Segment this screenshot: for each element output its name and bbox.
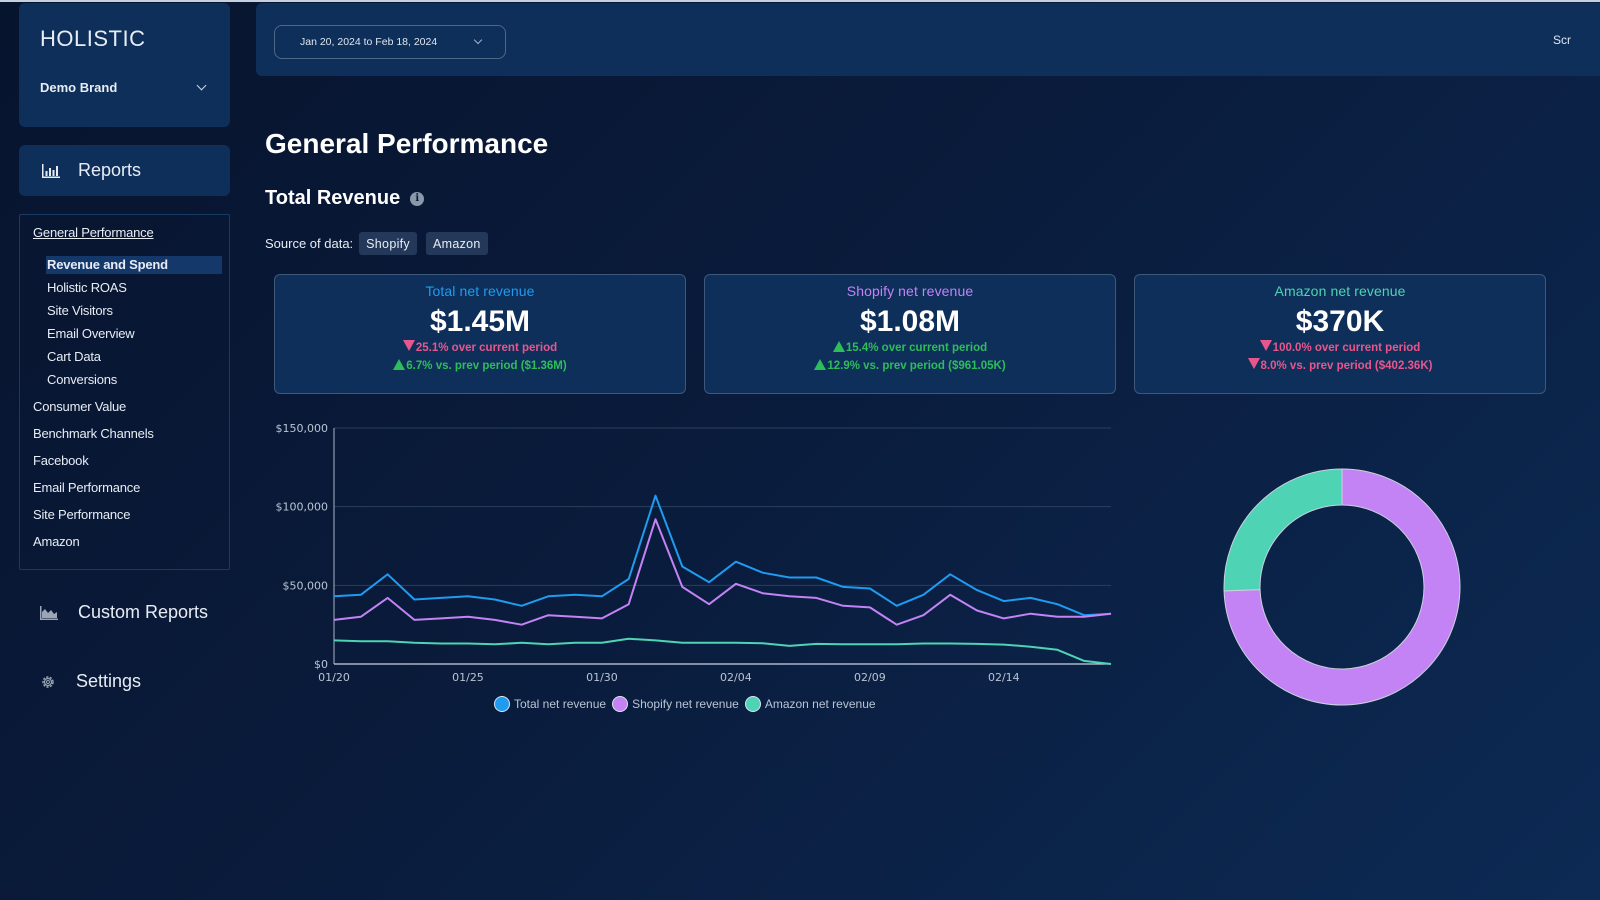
kpi-card-amazon: Amazon net revenue $370K 100.0% over cur…	[1134, 274, 1546, 394]
kpi-delta-current-text: 100.0% over current period	[1272, 342, 1421, 354]
kpi-delta-current: 100.0% over current period	[1135, 340, 1545, 357]
source-chip-shopify[interactable]: Shopify	[359, 232, 417, 255]
header-right-text[interactable]: Scr	[1553, 33, 1571, 47]
bar-chart-icon	[42, 163, 60, 178]
kpi-label: Amazon net revenue	[1274, 283, 1406, 299]
nav-benchmark-channels[interactable]: Benchmark Channels	[33, 426, 154, 441]
y-tick-label: $50,000	[283, 579, 329, 592]
legend-item-shopify[interactable]: Shopify net revenue	[612, 696, 739, 712]
kpi-delta-prev: 6.7% vs. prev period ($1.36M)	[275, 358, 685, 375]
sidebar-reports-button[interactable]: Reports	[19, 145, 230, 196]
legend-item-amazon[interactable]: Amazon net revenue	[744, 696, 876, 712]
kpi-delta-current-text: 15.4% over current period	[845, 342, 988, 354]
custom-reports-label: Custom Reports	[78, 602, 209, 622]
section-title: Total Revenue i	[265, 187, 425, 210]
chevron-down-icon	[196, 80, 207, 91]
nav-sub-site-visitors[interactable]: Site Visitors	[46, 302, 222, 320]
chart-legend: Total net revenue Shopify net revenue Am…	[494, 696, 882, 712]
kpi-delta-current-text: 25.1% over current period	[415, 342, 558, 354]
down-triangle-icon	[1259, 340, 1272, 351]
kpi-delta-prev-text: 12.9% vs. prev period ($961.05K)	[827, 360, 1006, 372]
nav-facebook[interactable]: Facebook	[33, 453, 89, 468]
kpi-card-shopify: Shopify net revenue $1.08M 15.4% over cu…	[704, 274, 1116, 394]
kpi-delta-prev: 8.0% vs. prev period ($402.36K)	[1135, 358, 1545, 375]
page-title: General Performance	[265, 128, 549, 159]
nav-sub-holistic-roas[interactable]: Holistic ROAS	[46, 279, 222, 297]
date-range-picker[interactable]: Jan 20, 2024 to Feb 18, 2024	[274, 25, 506, 59]
kpi-delta-current: 15.4% over current period	[705, 340, 1115, 357]
brand-panel: HOLISTIC Demo Brand	[19, 3, 230, 127]
series-line-total-net-revenue[interactable]	[333, 494, 1112, 617]
sidebar-custom-reports[interactable]: Custom Reports	[40, 602, 208, 623]
donut-slice-amazon-net-revenue[interactable]	[1223, 468, 1343, 592]
nav-email-performance[interactable]: Email Performance	[33, 480, 140, 495]
data-source-row: Source of data: Shopify Amazon	[265, 232, 488, 255]
legend-label: Total net revenue	[514, 697, 607, 711]
kpi-delta-prev-text: 6.7% vs. prev period ($1.36M)	[406, 360, 567, 372]
kpi-label: Total net revenue	[425, 283, 535, 299]
x-tick-label: 02/14	[988, 671, 1020, 684]
y-tick-label: $0	[314, 658, 328, 671]
nav-sub-revenue-and-spend[interactable]: Revenue and Spend	[46, 256, 222, 274]
down-triangle-icon	[402, 340, 415, 351]
top-header: Jan 20, 2024 to Feb 18, 2024	[256, 3, 1600, 76]
legend-dot-icon	[744, 696, 761, 712]
nav-amazon[interactable]: Amazon	[33, 534, 80, 549]
info-icon[interactable]: i	[410, 191, 425, 206]
source-chip-amazon[interactable]: Amazon	[425, 232, 488, 255]
x-tick-label: 02/04	[720, 671, 752, 684]
nav-sub-conversions[interactable]: Conversions	[46, 371, 222, 389]
y-tick-label: $150,000	[276, 422, 329, 435]
nav-consumer-value[interactable]: Consumer Value	[33, 399, 126, 414]
date-range-text: Jan 20, 2024 to Feb 18, 2024	[300, 36, 438, 48]
gear-icon	[42, 675, 54, 688]
x-tick-label: 02/09	[854, 671, 886, 684]
settings-label: Settings	[76, 671, 142, 691]
nav-sub-cart-data[interactable]: Cart Data	[46, 348, 222, 366]
reports-label: Reports	[78, 160, 142, 180]
reports-nav: General Performance Revenue and Spend Ho…	[19, 214, 230, 570]
area-chart-icon	[40, 605, 58, 620]
revenue-share-donut	[1223, 468, 1461, 706]
x-tick-label: 01/25	[452, 671, 484, 684]
legend-label: Amazon net revenue	[764, 697, 876, 711]
chevron-down-icon	[473, 35, 483, 45]
kpi-value: $1.08M	[859, 305, 961, 338]
legend-dot-icon	[494, 696, 510, 712]
series-line-amazon-net-revenue[interactable]	[333, 637, 1112, 665]
up-triangle-icon	[814, 359, 827, 370]
nav-sub-email-overview[interactable]: Email Overview	[46, 325, 222, 343]
legend-dot-icon	[612, 696, 629, 712]
kpi-delta-prev-text: 8.0% vs. prev period ($402.36K)	[1260, 360, 1433, 372]
up-triangle-icon	[393, 359, 406, 370]
kpi-card-total: Total net revenue $1.45M 25.1% over curr…	[274, 274, 686, 394]
revenue-line-chart: $0 $50,000 $100,000 $150,000 01/20 01/25 01/30…	[276, 422, 1112, 684]
brand-selector[interactable]: Demo Brand	[40, 80, 210, 95]
up-triangle-icon	[832, 341, 845, 352]
kpi-delta-current: 25.1% over current period	[275, 340, 685, 357]
nav-general-performance[interactable]: General Performance	[33, 225, 154, 240]
y-tick-label: $100,000	[276, 501, 329, 514]
source-label: Source of data:	[265, 236, 354, 251]
brand-logo: HOLISTIC	[40, 26, 146, 51]
x-tick-label: 01/20	[318, 671, 350, 684]
down-triangle-icon	[1247, 358, 1260, 369]
kpi-value: $1.45M	[429, 305, 531, 338]
kpi-delta-prev: 12.9% vs. prev period ($961.05K)	[705, 358, 1115, 375]
brand-selector-label: Demo Brand	[40, 80, 118, 95]
section-title-text: Total Revenue	[265, 187, 401, 209]
sidebar-settings[interactable]: Settings	[40, 671, 141, 692]
legend-label: Shopify net revenue	[632, 697, 739, 711]
kpi-value: $370K	[1295, 305, 1385, 338]
legend-item-total[interactable]: Total net revenue	[494, 696, 606, 712]
kpi-label: Shopify net revenue	[846, 283, 974, 299]
x-tick-label: 01/30	[586, 671, 618, 684]
window-top-border	[0, 0, 1600, 2]
nav-site-performance[interactable]: Site Performance	[33, 507, 130, 522]
